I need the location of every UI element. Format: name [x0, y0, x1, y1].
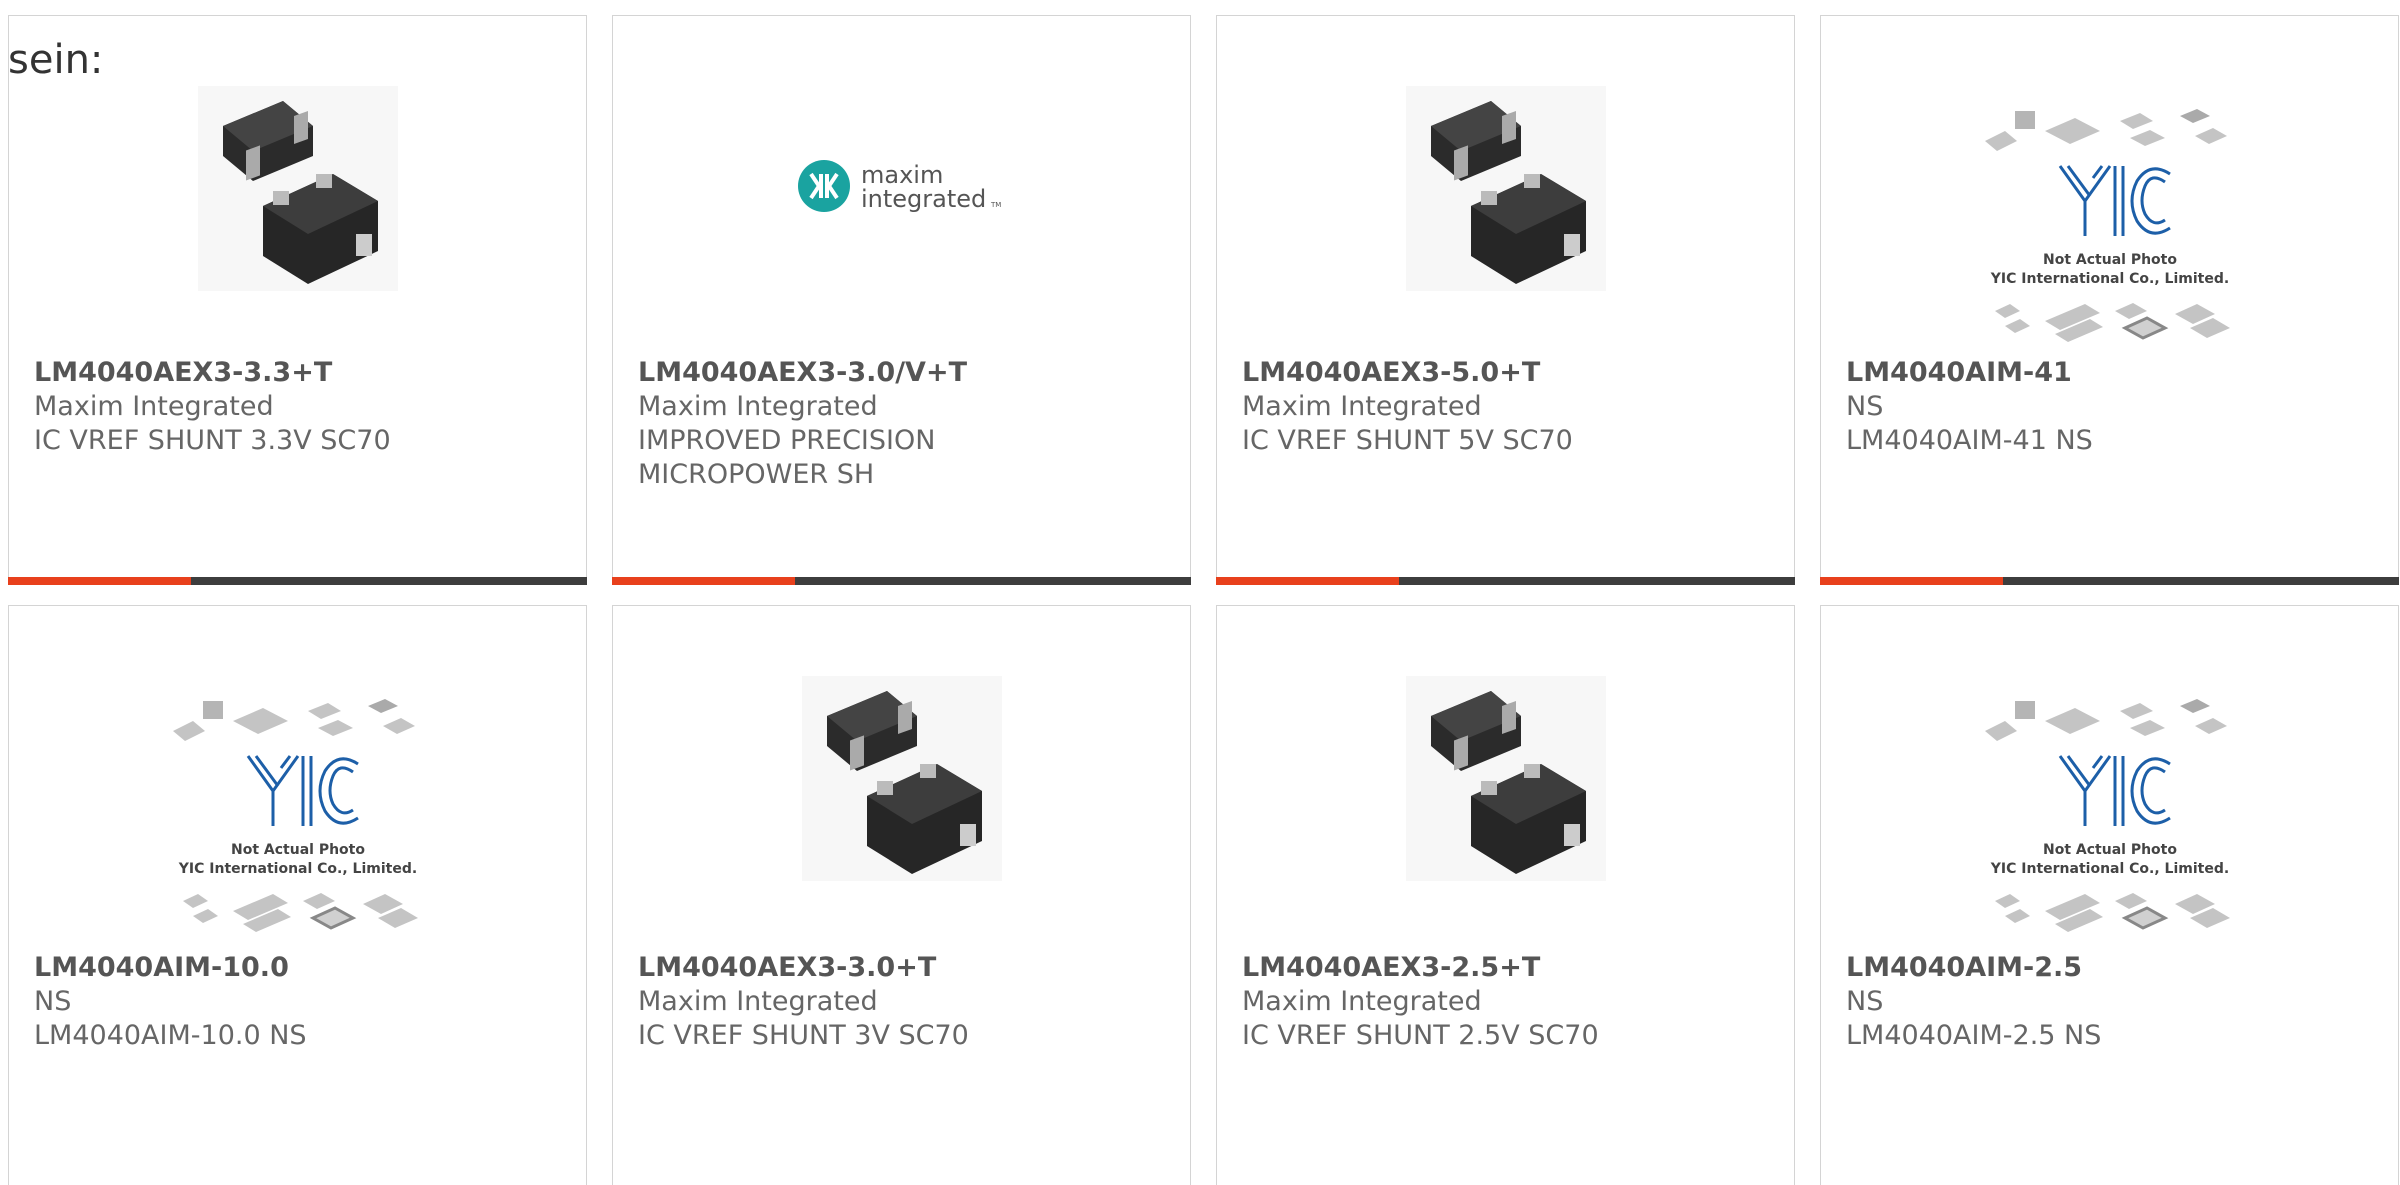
placeholder-company: YIC International Co., Limited. [1989, 861, 2228, 877]
product-card[interactable]: Not Actual Photo YIC International Co., … [1820, 15, 2399, 585]
product-image [9, 86, 586, 291]
sc70-chip-photo [1405, 676, 1606, 881]
card-footer-bar [8, 577, 587, 585]
yic-placeholder-image: Not Actual Photo YIC International Co., … [1975, 106, 2245, 356]
product-image: maxim integrated TM [613, 86, 1190, 291]
description: IC VREF SHUNT 5V SC70 [1242, 425, 1573, 456]
card-accent [8, 577, 191, 585]
maxim-integrated-logo: maxim integrated TM [797, 156, 1007, 216]
product-info: LM4040AEX3-5.0+T Maxim Integrated IC VRE… [1242, 356, 1774, 458]
product-image: Not Actual Photo YIC International Co., … [1821, 696, 2398, 932]
part-number-link[interactable]: LM4040AEX3-5.0+T [1242, 356, 1774, 390]
description: IC VREF SHUNT 2.5V SC70 [1242, 1020, 1599, 1051]
product-card[interactable]: Not Actual Photo YIC International Co., … [1820, 605, 2399, 1185]
product-image: Not Actual Photo YIC International Co., … [1821, 106, 2398, 342]
part-number-link[interactable]: LM4040AIM-2.5 [1846, 951, 2378, 985]
part-number-link[interactable]: LM4040AEX3-3.0/V+T [638, 356, 1170, 390]
part-number-link[interactable]: LM4040AEX3-2.5+T [1242, 951, 1774, 985]
card-accent [1216, 577, 1399, 585]
sc70-chip-photo [1405, 86, 1606, 291]
product-image [1217, 676, 1794, 881]
part-number-link[interactable]: LM4040AEX3-3.0+T [638, 951, 1170, 985]
product-info: LM4040AEX3-2.5+T Maxim Integrated IC VRE… [1242, 951, 1774, 1053]
description: LM4040AIM-41 NS [1846, 425, 2093, 456]
product-grid: LM4040AEX3-3.3+T Maxim Integrated IC VRE… [0, 0, 2400, 1185]
manufacturer: Maxim Integrated [638, 986, 878, 1017]
logo-text-line2: integrated [861, 185, 986, 213]
description: LM4040AIM-2.5 NS [1846, 1020, 2102, 1051]
sc70-chip-photo [197, 86, 398, 291]
yic-placeholder-image: Not Actual Photo YIC International Co., … [1975, 696, 2245, 946]
logo-trademark: TM [990, 201, 1001, 209]
manufacturer: Maxim Integrated [638, 391, 878, 422]
product-info: LM4040AIM-2.5 NS LM4040AIM-2.5 NS [1846, 951, 2378, 1053]
description: IC VREF SHUNT 3.3V SC70 [34, 425, 391, 456]
product-info: LM4040AEX3-3.0/V+T Maxim Integrated IMPR… [638, 356, 1170, 492]
product-info: LM4040AEX3-3.0+T Maxim Integrated IC VRE… [638, 951, 1170, 1053]
product-info: LM4040AIM-41 NS LM4040AIM-41 NS [1846, 356, 2378, 458]
manufacturer: Maxim Integrated [1242, 391, 1482, 422]
product-info: LM4040AEX3-3.3+T Maxim Integrated IC VRE… [34, 356, 566, 458]
manufacturer: Maxim Integrated [34, 391, 274, 422]
manufacturer: NS [1846, 391, 1884, 422]
part-number-link[interactable]: LM4040AIM-41 [1846, 356, 2378, 390]
placeholder-company: YIC International Co., Limited. [1989, 271, 2228, 287]
description: LM4040AIM-10.0 NS [34, 1020, 307, 1051]
yic-placeholder-image: Not Actual Photo YIC International Co., … [163, 696, 433, 946]
manufacturer: NS [34, 986, 72, 1017]
part-number-link[interactable]: LM4040AEX3-3.3+T [34, 356, 566, 390]
placeholder-note: Not Actual Photo [2043, 252, 2177, 268]
product-card[interactable]: LM4040AEX3-3.0+T Maxim Integrated IC VRE… [612, 605, 1191, 1185]
description: IMPROVED PRECISION MICROPOWER SH [638, 425, 936, 490]
product-image [1217, 86, 1794, 291]
sc70-chip-photo [801, 676, 1002, 881]
part-number-link[interactable]: LM4040AIM-10.0 [34, 951, 566, 985]
product-card[interactable]: maxim integrated TM LM4040AEX3-3.0/V+T M… [612, 15, 1191, 585]
card-footer-bar [1216, 577, 1795, 585]
product-card[interactable]: LM4040AEX3-3.3+T Maxim Integrated IC VRE… [8, 15, 587, 585]
placeholder-note: Not Actual Photo [2043, 842, 2177, 858]
card-accent [612, 577, 795, 585]
product-info: LM4040AIM-10.0 NS LM4040AIM-10.0 NS [34, 951, 566, 1053]
manufacturer: Maxim Integrated [1242, 986, 1482, 1017]
manufacturer: NS [1846, 986, 1884, 1017]
product-card[interactable]: Not Actual Photo YIC International Co., … [8, 605, 587, 1185]
product-card[interactable]: LM4040AEX3-5.0+T Maxim Integrated IC VRE… [1216, 15, 1795, 585]
placeholder-note: Not Actual Photo [231, 842, 365, 858]
card-footer-bar [612, 577, 1191, 585]
product-card[interactable]: LM4040AEX3-2.5+T Maxim Integrated IC VRE… [1216, 605, 1795, 1185]
product-image: Not Actual Photo YIC International Co., … [9, 696, 586, 932]
card-footer-bar [1820, 577, 2399, 585]
description: IC VREF SHUNT 3V SC70 [638, 1020, 969, 1051]
placeholder-company: YIC International Co., Limited. [177, 861, 416, 877]
intro-text: sein: [8, 37, 104, 83]
card-accent [1820, 577, 2003, 585]
product-image [613, 676, 1190, 881]
